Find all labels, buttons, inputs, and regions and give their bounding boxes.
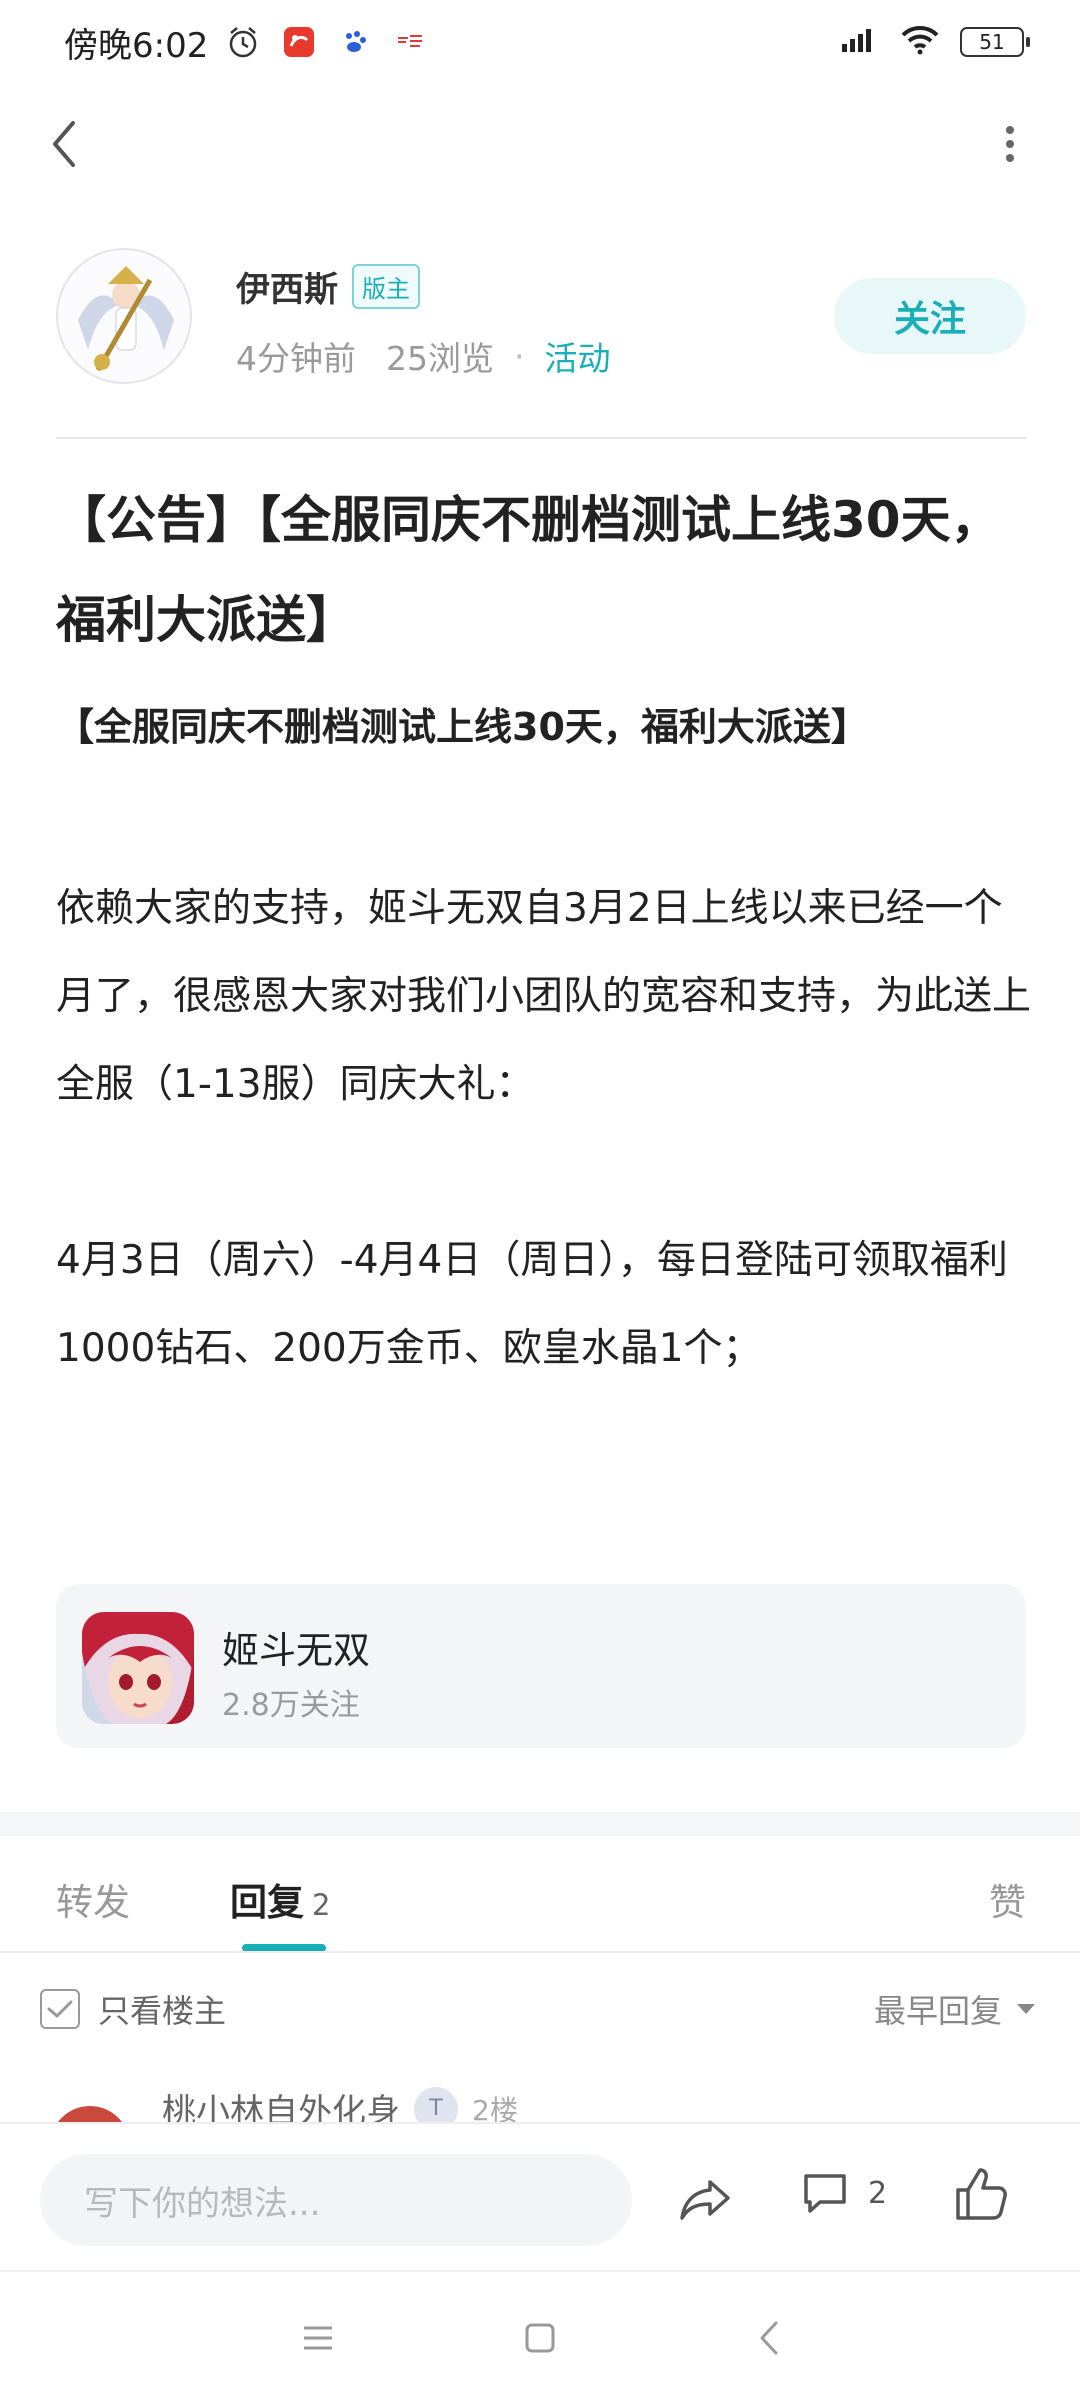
alarm-icon (226, 25, 260, 59)
wifi-icon (900, 25, 940, 59)
filter-row: 只看楼主 最早回复 (0, 1952, 1080, 2062)
post-body: 依赖大家的支持，姬斗无双自3月2日上线以来已经一个月了，很感恩大家对我们小团队的… (56, 865, 1036, 1393)
status-left-icons (226, 25, 428, 59)
toutiao-icon (394, 25, 428, 59)
view-count: 25浏览 (386, 339, 494, 378)
share-button[interactable] (678, 2170, 734, 2226)
bottom-action-bar: 写下你的想法... 2 (0, 2122, 1080, 2270)
reply-count: 2 (312, 1888, 331, 1922)
back-button[interactable] (36, 116, 92, 172)
category-tag[interactable]: 活动 (545, 332, 611, 380)
checkbox-icon[interactable] (40, 1989, 80, 2029)
post-paragraph: 依赖大家的支持，姬斗无双自3月2日上线以来已经一个月了，很感恩大家对我们小团队的… (56, 886, 1032, 1107)
sort-label: 最早回复 (873, 1992, 1002, 2030)
post-title: 【公告】【全服同庆不删档测试上线30天，福利大派送】 (56, 491, 1001, 649)
more-button[interactable] (1000, 116, 1020, 172)
comment-icon (804, 2174, 846, 2213)
home-button[interactable] (518, 2316, 562, 2360)
game-followers: 2.8万关注 (222, 1688, 360, 1723)
comment-input[interactable]: 写下你的想法... (40, 2154, 632, 2246)
back-arrow-icon (760, 2321, 778, 2355)
system-back-button[interactable] (748, 2316, 792, 2360)
meta-separator: · (514, 336, 525, 376)
system-nav-bar (0, 2270, 1080, 2400)
divider (56, 437, 1026, 439)
post-meta: 4分钟前 25浏览 · 活动 (236, 332, 611, 380)
more-vertical-icon (1006, 126, 1014, 162)
sort-dropdown[interactable]: 最早回复 (874, 1986, 1036, 2032)
level-badge: T (414, 2086, 458, 2122)
tab-like[interactable]: 赞 (989, 1872, 1026, 1926)
comment-avatar[interactable] (50, 2106, 130, 2122)
floor-number: 2楼 (472, 2093, 518, 2123)
signal-icon (840, 26, 880, 58)
tab-repost[interactable]: 转发 (56, 1872, 130, 1926)
app-notification-icon (282, 25, 316, 59)
comment-author[interactable]: 桃小林自外化身 (162, 2084, 400, 2122)
author-row: 伊西斯 版主 4分钟前 25浏览 · 活动 关注 (56, 248, 1026, 388)
chevron-left-icon (53, 121, 75, 167)
thumbs-up-icon (956, 2168, 1007, 2220)
home-square-icon (525, 2323, 555, 2353)
post-subtitle: 【全服同庆不删档测试上线30天，福利大派送】 (56, 705, 869, 749)
battery-icon: 51 (960, 27, 1030, 57)
game-name: 姬斗无双 (222, 1629, 370, 1672)
like-button[interactable] (952, 2164, 1012, 2224)
menu-icon (304, 2326, 332, 2350)
comment-count: 2 (868, 2175, 888, 2211)
owner-only-toggle[interactable]: 只看楼主 (40, 1986, 226, 2032)
status-right: 51 (840, 25, 1030, 59)
moderator-badge: 版主 (352, 264, 420, 309)
comment-author-row: 桃小林自外化身 T 2楼 (162, 2084, 518, 2122)
comment-button[interactable]: 2 (800, 2168, 887, 2218)
post-paragraph: 4月3日（周六）-4月4日（周日），每日登陆可领取福利1000钻石、200万金币… (56, 1238, 1008, 1371)
caret-down-icon (1017, 2004, 1035, 2014)
baidu-icon (338, 25, 372, 59)
status-bar: 傍晚6:02 51 (0, 0, 1080, 84)
comment-preview[interactable]: 桃小林自外化身 T 2楼 (0, 2062, 1080, 2122)
status-time: 傍晚6:02 (64, 25, 209, 66)
game-icon (82, 1612, 194, 1724)
tab-reply-label: 回复 (230, 1881, 304, 1924)
author-name-row: 伊西斯 版主 (236, 262, 420, 311)
menu-button[interactable] (296, 2316, 340, 2360)
game-card[interactable]: 姬斗无双 2.8万关注 (56, 1584, 1026, 1748)
tab-reply[interactable]: 回复 2 (230, 1872, 330, 1926)
top-nav (0, 100, 1080, 190)
follow-button[interactable]: 关注 (834, 278, 1026, 354)
post-time: 4分钟前 (236, 339, 356, 378)
share-icon (680, 2180, 730, 2220)
tabs: 转发 回复 2 赞 (0, 1836, 1080, 1952)
owner-only-label: 只看楼主 (98, 1992, 227, 2030)
avatar[interactable] (56, 248, 192, 384)
author-name[interactable]: 伊西斯 (236, 262, 338, 311)
section-gap (0, 1812, 1080, 1836)
